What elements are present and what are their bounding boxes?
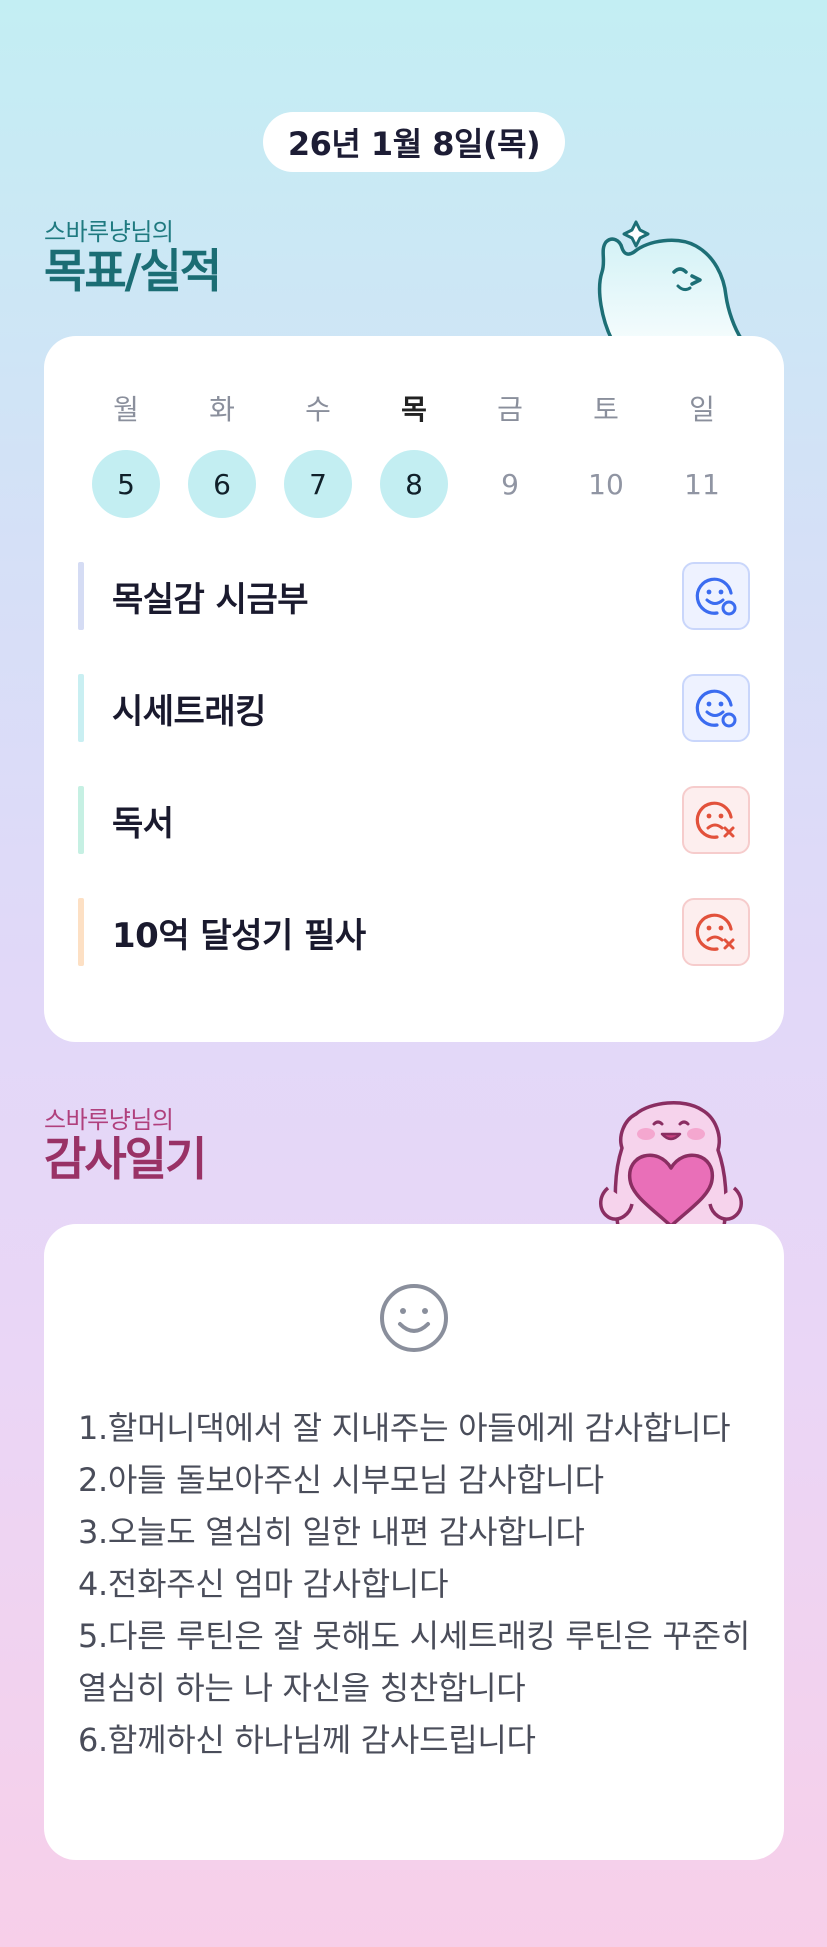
smiley-face-icon (378, 1282, 450, 1354)
goal-accent-bar (78, 786, 84, 854)
gratitude-line: 5.다른 루틴은 잘 못해도 시세트래킹 루틴은 꾸준히 열심히 하는 나 자신… (78, 1617, 750, 1707)
happy-face-check-icon (695, 689, 737, 728)
day-column[interactable]: 목8 (366, 392, 462, 518)
fail-status-button[interactable] (682, 786, 750, 854)
gratitude-line: 4.전화주신 엄마 감사합니다 (78, 1565, 449, 1603)
gratitude-journal-text: 1.할머니댁에서 잘 지내주는 아들에게 감사합니다 2.아들 돌보아주신 시부… (78, 1402, 758, 1766)
goal-accent-bar (78, 562, 84, 630)
day-name: 월 (113, 393, 139, 426)
gratitude-line: 2.아들 돌보아주신 시부모님 감사합니다 (78, 1461, 604, 1499)
goals-card: 월 5 화 6 수 7 목 8 금 9 토 10 일 11 목실감 시금부 시세트래킹 (44, 336, 784, 1042)
day-number[interactable]: 9 (476, 450, 544, 518)
goal-label: 목실감 시금부 (112, 579, 309, 620)
thanks-subtitle: 스바루냥님의 (44, 1106, 174, 1134)
day-number[interactable]: 11 (668, 450, 736, 518)
day-column[interactable]: 토 10 (558, 392, 654, 518)
heart-holding-mascot-icon (588, 1092, 754, 1228)
goals-subtitle: 스바루냥님의 (44, 218, 174, 246)
gratitude-line: 1.할머니댁에서 잘 지내주는 아들에게 감사합니다 (78, 1409, 731, 1447)
day-column[interactable]: 월5 (78, 392, 174, 518)
day-column[interactable]: 수7 (270, 392, 366, 518)
goal-row[interactable]: 시세트래킹 (78, 674, 750, 742)
fail-status-button[interactable] (682, 898, 750, 966)
day-column[interactable]: 일 11 (654, 392, 750, 518)
success-status-button[interactable] (682, 562, 750, 630)
success-status-button[interactable] (682, 674, 750, 742)
goal-label: 독서 (112, 803, 174, 844)
sad-face-x-icon (695, 913, 735, 951)
goal-label: 10억 달성기 필사 (112, 915, 366, 956)
day-name: 수 (305, 393, 331, 426)
goals-section-heading: 스바루냥님의 목표/실적 (44, 218, 222, 298)
goal-row[interactable]: 10억 달성기 필사 (78, 898, 750, 966)
thanks-title: 감사일기 (44, 1132, 207, 1186)
goal-row[interactable]: 목실감 시금부 (78, 562, 750, 630)
day-column[interactable]: 금9 (462, 392, 558, 518)
day-name: 화 (209, 393, 235, 426)
sad-face-x-icon (695, 801, 735, 839)
day-number-completed[interactable]: 7 (284, 450, 352, 518)
day-name: 금 (497, 393, 523, 426)
gratitude-line: 3.오늘도 열심히 일한 내편 감사합니다 (78, 1513, 585, 1551)
goal-row[interactable]: 독서 (78, 786, 750, 854)
waving-ghost-mascot-icon (592, 210, 752, 342)
date-badge: 26년 1월 8일(목) (263, 112, 565, 172)
day-name: 목 (401, 393, 427, 426)
week-calendar: 월 5 화 6 수 7 목 8 금 9 토 10 일 11 (78, 392, 750, 518)
day-number-completed[interactable]: 8 (380, 450, 448, 518)
gratitude-line: 6.함께하신 하나님께 감사드립니다 (78, 1721, 536, 1759)
day-number-completed[interactable]: 6 (188, 450, 256, 518)
day-number[interactable]: 10 (572, 450, 640, 518)
thanks-section-heading: 스바루냥님의 감사일기 (44, 1106, 207, 1186)
happy-face-check-icon (695, 577, 737, 616)
goal-accent-bar (78, 674, 84, 742)
day-name: 토 (593, 393, 619, 426)
goal-accent-bar (78, 898, 84, 966)
thanks-card: 1.할머니댁에서 잘 지내주는 아들에게 감사합니다 2.아들 돌보아주신 시부… (44, 1224, 784, 1860)
day-column[interactable]: 화6 (174, 392, 270, 518)
goals-title: 목표/실적 (44, 244, 222, 298)
day-number-completed[interactable]: 5 (92, 450, 160, 518)
day-name: 일 (689, 393, 715, 426)
goal-label: 시세트래킹 (112, 691, 266, 732)
